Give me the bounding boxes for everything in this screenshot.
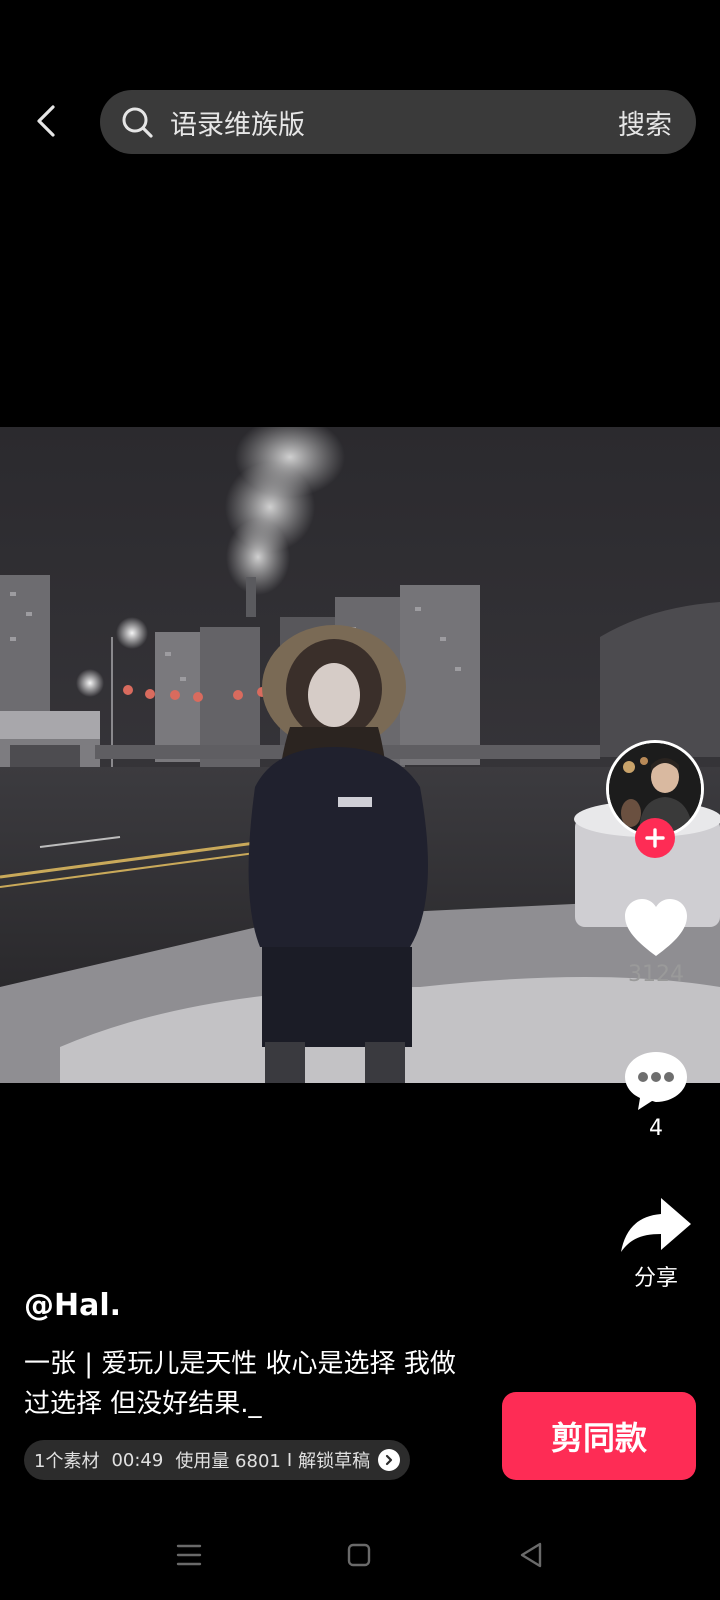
search-button[interactable]: 搜索 — [618, 103, 672, 142]
like-count: 3124 — [628, 962, 684, 987]
like-button[interactable]: 3124 — [606, 898, 706, 987]
nav-back-button[interactable] — [514, 1538, 548, 1572]
post-caption: 一张 | 爱玩儿是天性 收心是选择 我做过选择 但没好结果._ — [24, 1349, 456, 1419]
comment-bubble-icon — [625, 1052, 687, 1110]
plus-icon — [645, 828, 665, 848]
recent-apps-button[interactable] — [172, 1538, 206, 1572]
search-input[interactable]: 语录维族版 — [170, 103, 618, 142]
materials-count: 1个素材 — [34, 1451, 100, 1472]
share-arrow-icon — [621, 1198, 691, 1252]
author-avatar-wrap[interactable] — [606, 740, 704, 858]
heart-icon — [625, 899, 687, 956]
home-button[interactable] — [342, 1538, 376, 1572]
chevron-left-icon — [37, 105, 55, 137]
search-icon — [118, 103, 156, 141]
meta-separator: I — [286, 1449, 293, 1471]
unlock-draft-link[interactable]: 解锁草稿 — [298, 1447, 370, 1473]
chevron-right-circle-icon — [378, 1449, 401, 1471]
share-label: 分享 — [633, 1266, 678, 1291]
system-nav-bar — [0, 1520, 720, 1590]
square-icon — [347, 1543, 371, 1567]
back-button[interactable] — [24, 96, 68, 146]
share-button[interactable]: 分享 — [606, 1196, 706, 1292]
duration: 00:49 — [111, 1449, 164, 1471]
comment-count: 4 — [649, 1116, 663, 1141]
menu-icon — [176, 1544, 202, 1566]
template-meta[interactable]: 1个素材 00:49 使用量 6801 I 解锁草稿 — [24, 1440, 411, 1480]
author-name[interactable]: @Hal. — [24, 1288, 121, 1323]
use-template-button[interactable]: 剪同款 — [502, 1392, 696, 1480]
usage-count: 使用量 6801 — [175, 1451, 281, 1472]
comment-button[interactable]: 4 — [606, 1050, 706, 1141]
triangle-back-icon — [520, 1542, 542, 1568]
follow-button[interactable] — [635, 818, 675, 858]
search-bar[interactable]: 语录维族版 搜索 — [100, 90, 696, 154]
